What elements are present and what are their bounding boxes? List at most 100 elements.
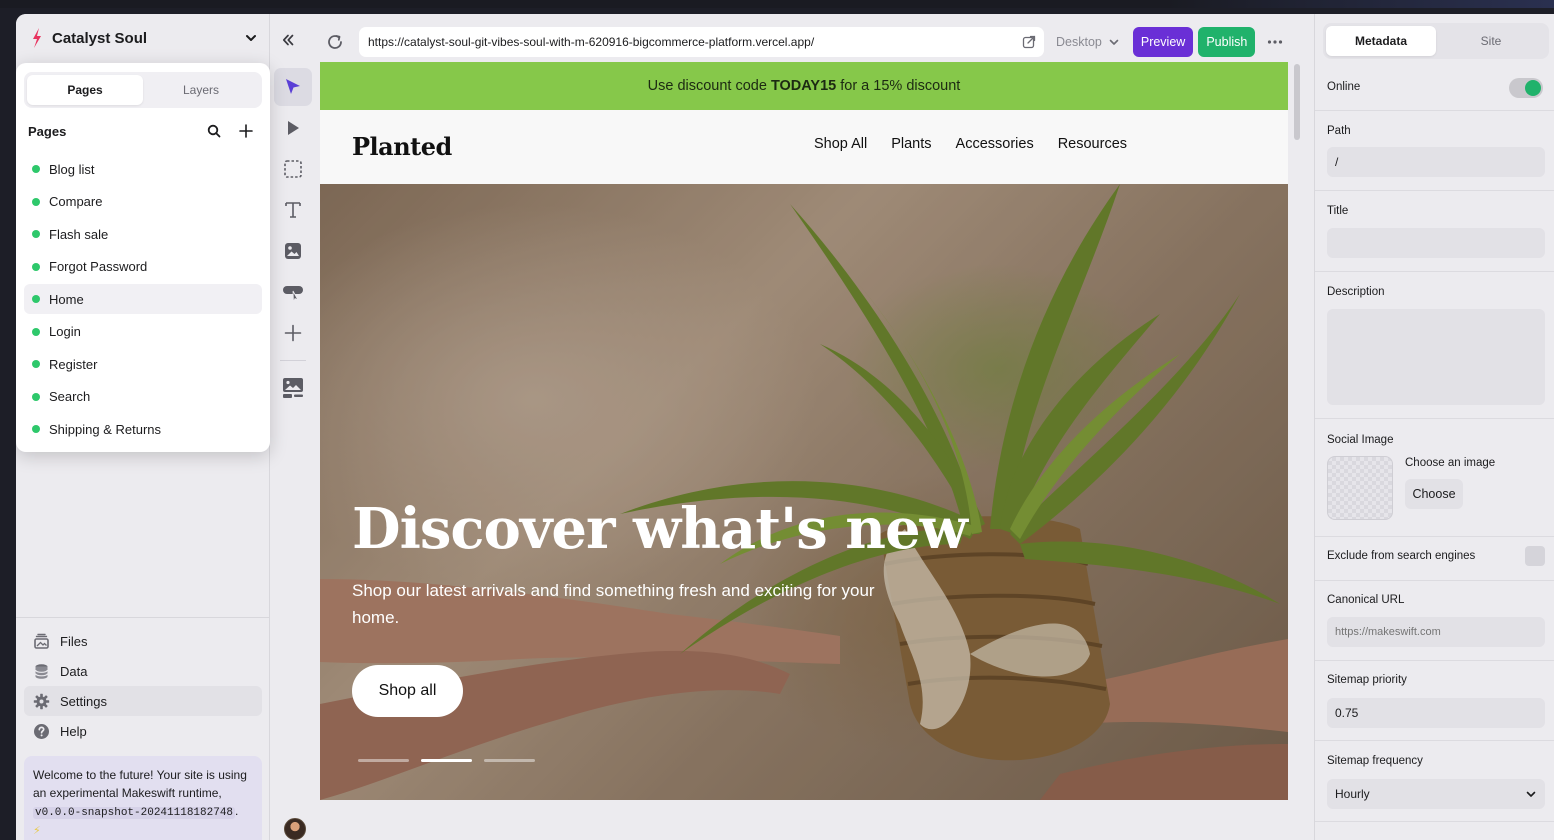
canonical-url-input[interactable] <box>1327 617 1545 647</box>
site-header: Planted Shop All Plants Accessories Reso… <box>320 110 1288 184</box>
tab-layers[interactable]: Layers <box>143 75 259 105</box>
editor-window: Catalyst Soul Pages Layers Pages Blog li… <box>16 14 1554 840</box>
text-tool[interactable] <box>274 191 312 229</box>
sitemap-priority-label: Sitemap priority <box>1327 674 1407 686</box>
chevron-down-icon <box>1526 791 1536 797</box>
site-switcher[interactable]: Catalyst Soul <box>16 14 270 62</box>
site-brand-logo[interactable]: Planted <box>352 132 452 161</box>
sidebar-item-label: Data <box>60 663 88 679</box>
page-item-label: Blog list <box>49 161 95 177</box>
page-status-dot <box>32 165 40 173</box>
panel-divider <box>1315 110 1554 111</box>
online-toggle[interactable] <box>1509 78 1543 98</box>
publish-button[interactable]: Publish <box>1198 27 1256 57</box>
slide-indicator-active[interactable] <box>421 759 472 762</box>
search-pages-button[interactable] <box>204 121 224 141</box>
tab-site[interactable]: Site <box>1436 26 1546 56</box>
left-sidebar: Catalyst Soul Pages Layers Pages Blog li… <box>16 14 270 840</box>
add-element-tool[interactable] <box>274 314 312 352</box>
page-status-dot <box>32 197 40 206</box>
rail-divider <box>280 360 306 361</box>
preview-button[interactable]: Preview <box>1132 27 1194 57</box>
promo-code: TODAY15 <box>770 78 837 94</box>
page-item-login[interactable]: Login <box>24 317 262 347</box>
panel-divider <box>1315 580 1554 581</box>
description-textarea[interactable] <box>1327 309 1545 405</box>
double-chevron-left-icon <box>282 34 294 46</box>
play-tool[interactable] <box>274 109 312 147</box>
site-nav: Shop All Plants Accessories Resources <box>814 136 1151 152</box>
media-library-icon <box>283 378 303 398</box>
add-page-button[interactable] <box>236 121 256 141</box>
slide-indicator[interactable] <box>358 759 409 762</box>
panel-divider <box>1315 660 1554 661</box>
hero-title: Discover what's new <box>352 496 968 562</box>
page-item-label: Flash sale <box>49 226 109 242</box>
page-status-dot <box>32 425 40 433</box>
more-options-button[interactable] <box>1265 32 1285 52</box>
box-tool[interactable] <box>274 150 312 188</box>
cursor-icon <box>286 79 300 94</box>
sitemap-priority-input[interactable]: 0.75 <box>1327 698 1545 728</box>
sidebar-nav: Files Data Settings Help <box>24 626 262 746</box>
sidebar-item-settings[interactable]: Settings <box>24 686 262 716</box>
page-item-register[interactable]: Register <box>24 349 262 379</box>
nav-link-plants[interactable]: Plants <box>891 136 931 152</box>
promo-banner: Use discount code TODAY15 for a 15% disc… <box>320 62 1288 110</box>
hero-plant-image <box>320 184 1288 800</box>
metadata-site-toggle: Metadata Site <box>1323 23 1549 59</box>
chevron-down-icon <box>1109 39 1119 45</box>
tool-rail <box>274 68 312 410</box>
title-label: Title <box>1327 205 1349 217</box>
screen-top-edge <box>0 0 1554 8</box>
nav-link-shop-all[interactable]: Shop All <box>814 136 867 152</box>
tab-pages[interactable]: Pages <box>27 75 143 105</box>
shop-all-button[interactable]: Shop all <box>352 665 463 717</box>
media-library-tool[interactable] <box>274 369 312 407</box>
canvas-scrollbar[interactable] <box>1294 64 1300 140</box>
page-item-label: Forgot Password <box>49 259 148 274</box>
device-selector[interactable]: Desktop <box>1056 35 1120 49</box>
social-image-thumbnail[interactable] <box>1327 456 1393 520</box>
nav-link-accessories[interactable]: Accessories <box>956 136 1034 152</box>
page-item-compare[interactable]: Compare <box>24 187 262 217</box>
plus-icon <box>284 324 302 342</box>
image-tool[interactable] <box>274 232 312 270</box>
page-item-search[interactable]: Search <box>24 382 262 412</box>
nav-link-resources[interactable]: Resources <box>1058 136 1127 152</box>
sidebar-item-files[interactable]: Files <box>24 626 262 656</box>
external-link-icon[interactable] <box>1022 35 1036 49</box>
path-input[interactable]: / <box>1327 147 1545 177</box>
page-item-flash-sale[interactable]: Flash sale <box>24 219 262 249</box>
reload-button[interactable] <box>320 27 350 57</box>
slide-indicator[interactable] <box>484 759 535 762</box>
select-tool[interactable] <box>274 68 312 106</box>
page-item-home[interactable]: Home <box>24 284 262 314</box>
page-item-shipping-returns[interactable]: Shipping & Returns <box>24 414 262 444</box>
collapse-sidebar-button[interactable] <box>274 26 302 54</box>
hero-subtitle: Shop our latest arrivals and find someth… <box>352 581 875 627</box>
runtime-notice: Welcome to the future! Your site is usin… <box>24 756 262 840</box>
title-input[interactable] <box>1327 228 1545 258</box>
browser-toolbar: https://catalyst-soul-git-vibes-soul-wit… <box>320 26 1288 58</box>
page-item-forgot-password[interactable]: Forgot Password <box>24 252 262 282</box>
promo-prefix: Use discount code <box>647 78 767 94</box>
button-tool[interactable] <box>274 273 312 311</box>
sidebar-item-help[interactable]: Help <box>24 716 262 746</box>
exclude-search-checkbox[interactable] <box>1525 546 1545 566</box>
text-icon <box>285 202 301 218</box>
panel-divider <box>1315 190 1554 191</box>
page-item-label: Login <box>49 324 81 339</box>
panel-divider <box>1315 821 1554 822</box>
sidebar-item-data[interactable]: Data <box>24 656 262 686</box>
url-bar[interactable]: https://catalyst-soul-git-vibes-soul-wit… <box>359 27 1044 57</box>
image-icon <box>285 243 301 259</box>
page-status-dot <box>32 327 40 336</box>
page-item-blog-list[interactable]: Blog list <box>24 154 262 184</box>
choose-image-button[interactable]: Choose <box>1405 479 1463 509</box>
tab-metadata[interactable]: Metadata <box>1326 26 1436 56</box>
hero-slideshow: Discover what's new Shop our latest arri… <box>320 184 1288 800</box>
user-avatar[interactable] <box>284 818 306 840</box>
url-text: https://catalyst-soul-git-vibes-soul-wit… <box>368 35 815 49</box>
sitemap-frequency-select[interactable]: Hourly <box>1327 779 1545 809</box>
